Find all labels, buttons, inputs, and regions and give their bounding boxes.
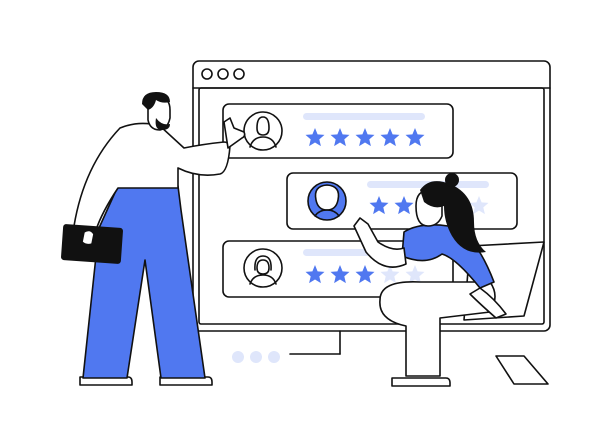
reviewer-name-bar <box>303 113 425 120</box>
pager-dots[interactable] <box>232 351 280 363</box>
review-card[interactable] <box>286 172 518 230</box>
man-avatar-icon <box>243 111 283 151</box>
review-card[interactable] <box>222 103 454 159</box>
woman-avatar-icon <box>243 248 283 288</box>
window-control-dot[interactable] <box>201 68 213 80</box>
window-control-dot[interactable] <box>217 68 229 80</box>
window-control-dot[interactable] <box>233 68 245 80</box>
illustration <box>61 60 551 387</box>
curly-hair-avatar-icon <box>307 181 347 221</box>
chair-base <box>495 355 549 385</box>
